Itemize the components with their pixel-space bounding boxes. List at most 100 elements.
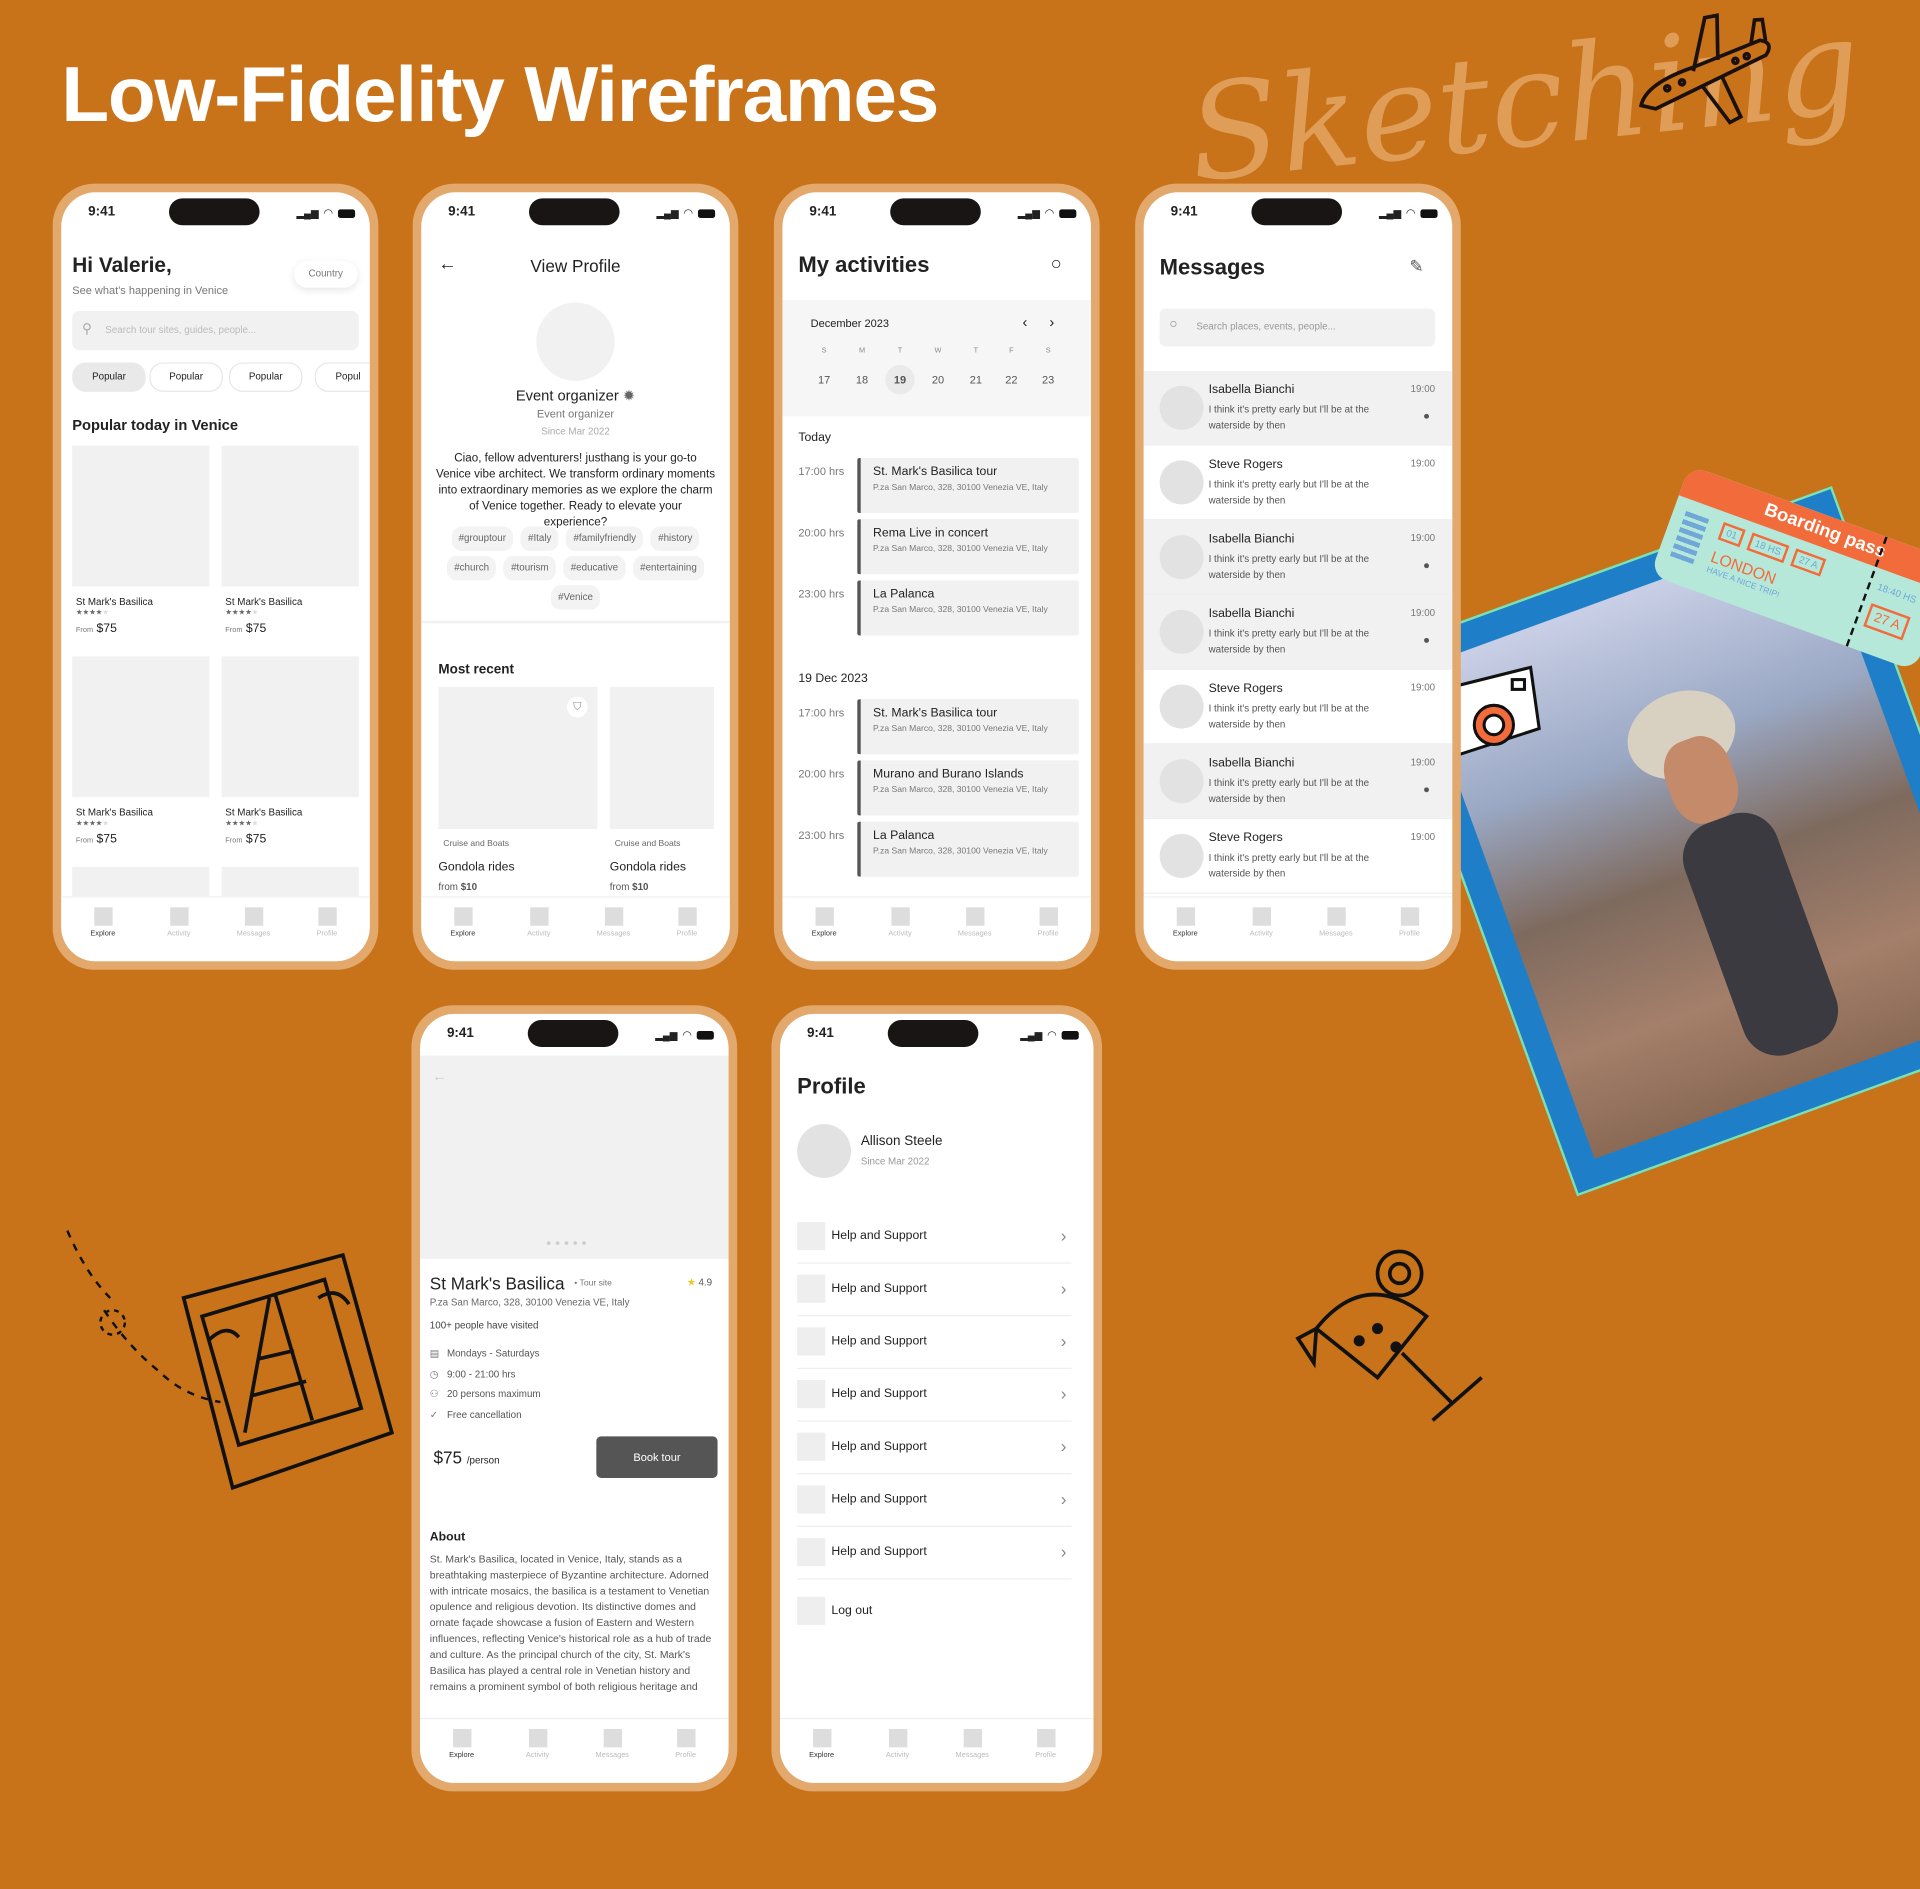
tab-explore[interactable]: Explore xyxy=(431,1728,492,1760)
logout-button[interactable]: Log out xyxy=(797,1586,1071,1637)
calendar-date[interactable]: 17 xyxy=(809,365,838,394)
menu-item-help-support[interactable]: Help and Support › xyxy=(797,1527,1072,1580)
status-time: 9:41 xyxy=(88,204,116,220)
battery-icon xyxy=(697,209,716,218)
page-title: Low-Fidelity Wireframes xyxy=(61,50,939,139)
search-input[interactable]: ⚲ Search tour sites, guides, people... xyxy=(72,311,359,351)
message-item[interactable]: Steve Rogers I think it's pretty early bu… xyxy=(1143,669,1453,745)
event-card[interactable]: Murano and Burano Islands P.za San Marco,… xyxy=(857,760,1079,816)
tag-chip[interactable]: #familyfriendly xyxy=(566,526,644,552)
menu-item-help-support[interactable]: Help and Support › xyxy=(797,1316,1072,1369)
calendar-date[interactable]: 22 xyxy=(997,365,1026,394)
carousel-dots[interactable]: ●●●●● xyxy=(546,1239,590,1248)
recent-card[interactable]: ⛉ Cruise and Boats Gondola rides from $1… xyxy=(438,686,598,901)
event-card[interactable]: St. Mark's Basilica tour P.za San Marco, … xyxy=(857,457,1079,514)
tab-activity[interactable]: Activity xyxy=(508,907,569,938)
tab-activity[interactable]: Activity xyxy=(867,1728,928,1760)
status-icons: ▂▄▆ ◠ xyxy=(1020,1029,1079,1042)
tag-chip[interactable]: #tourism xyxy=(503,555,557,581)
event-card[interactable]: St. Mark's Basilica tour P.za San Marco, … xyxy=(857,699,1079,755)
message-item[interactable]: Isabella Bianchi I think it's pretty earl… xyxy=(1143,595,1453,670)
next-month-icon[interactable]: › xyxy=(1049,313,1054,330)
status-icons: ▂▄▆ ◠ xyxy=(1379,207,1438,220)
tag-chip[interactable]: #history xyxy=(650,526,700,552)
search-input[interactable]: ○ Search places, events, people... xyxy=(1159,308,1436,347)
tab-activity[interactable]: Activity xyxy=(869,907,930,938)
country-selector[interactable]: Country xyxy=(294,261,358,288)
chip-popular[interactable]: Popular xyxy=(228,362,303,392)
tour-card[interactable]: St Mark's Basilica ★★★★★ From $75 xyxy=(72,656,210,864)
message-item[interactable]: Steve Rogers I think it's pretty early bu… xyxy=(1143,819,1453,894)
menu-item-help-support[interactable]: Help and Support › xyxy=(797,1211,1072,1264)
tab-activity[interactable]: Activity xyxy=(148,907,209,938)
message-item[interactable]: Isabella Bianchi I think it's pretty earl… xyxy=(1143,744,1453,820)
tab-messages[interactable]: Messages xyxy=(223,907,284,938)
recent-card[interactable]: Cruise and Boats Gondola rides from $10 xyxy=(609,686,714,901)
tag-chip[interactable]: #grouptour xyxy=(451,526,514,552)
tour-detail-screen: ← ●●●●● 9:41 ▂▄▆ ◠ St Mark's Basilica • T… xyxy=(420,1013,729,1783)
chip-popular[interactable]: Popular xyxy=(72,362,146,392)
message-item[interactable]: Steve Rogers I think it's pretty early bu… xyxy=(1143,445,1453,521)
tag-chip[interactable]: #educative xyxy=(563,555,626,581)
card-image xyxy=(221,656,359,798)
calendar-date[interactable]: 20 xyxy=(923,365,952,394)
tab-explore[interactable]: Explore xyxy=(72,907,133,938)
dynamic-island xyxy=(890,198,981,226)
profile-tab-icon xyxy=(1400,907,1419,926)
tour-card[interactable]: St Mark's Basilica ★★★★★ From $75 xyxy=(221,445,359,654)
eiffel-polaroid-doodle-icon xyxy=(66,1230,395,1491)
prev-month-icon[interactable]: ‹ xyxy=(1022,313,1027,330)
tag-chip[interactable]: #church xyxy=(446,555,497,581)
compose-icon[interactable]: ✎ xyxy=(1409,256,1423,277)
tab-profile[interactable]: Profile xyxy=(1379,907,1440,938)
menu-item-icon xyxy=(797,1274,826,1303)
tab-profile[interactable]: Profile xyxy=(1015,1728,1076,1760)
search-icon[interactable]: ○ xyxy=(1051,253,1062,274)
calendar-date[interactable]: 19 xyxy=(885,364,915,395)
calendar: December 2023 ‹ › S M T W T F S 17 18 19 20 21 22 23 xyxy=(782,300,1092,417)
activities-screen: 9:41 ▂▄▆ ◠ My activities ○ December 2023 … xyxy=(782,192,1092,962)
tab-profile[interactable]: Profile xyxy=(296,907,357,938)
tag-chip[interactable]: #entertaining xyxy=(632,555,705,581)
back-arrow-icon[interactable]: ← xyxy=(432,1068,447,1085)
calendar-date[interactable]: 21 xyxy=(961,365,990,394)
tag-chip[interactable]: #Italy xyxy=(520,526,559,552)
tab-profile[interactable]: Profile xyxy=(656,907,717,938)
tab-messages[interactable]: Messages xyxy=(944,907,1005,938)
battery-icon xyxy=(1059,209,1077,218)
tab-messages[interactable]: Messages xyxy=(942,1728,1003,1760)
bookmark-icon[interactable]: ⛉ xyxy=(566,696,588,718)
tour-card[interactable]: St Mark's Basilica ★★★★★ From $75 xyxy=(221,656,359,864)
tab-explore[interactable]: Explore xyxy=(432,907,493,938)
status-icons: ▂▄▆ ◠ xyxy=(655,1029,714,1042)
tab-explore[interactable]: Explore xyxy=(793,907,854,938)
tour-card[interactable]: St Mark's Basilica ★★★★★ From $75 xyxy=(72,445,210,654)
message-item[interactable]: Isabella Bianchi I think it's pretty earl… xyxy=(1143,371,1453,446)
message-item[interactable]: Isabella Bianchi I think it's pretty earl… xyxy=(1143,520,1453,596)
event-card[interactable]: La Palanca P.za San Marco, 328, 30100 Ven… xyxy=(857,821,1079,877)
tab-activity[interactable]: Activity xyxy=(507,1728,568,1760)
menu-item-help-support[interactable]: Help and Support › xyxy=(797,1422,1072,1475)
card-category: Cruise and Boats xyxy=(443,840,510,849)
tab-explore[interactable]: Explore xyxy=(791,1728,852,1760)
menu-item-help-support[interactable]: Help and Support › xyxy=(797,1264,1072,1317)
tab-messages[interactable]: Messages xyxy=(582,1728,643,1760)
tag-chip[interactable]: #Venice xyxy=(550,585,601,610)
event-card[interactable]: Rema Live in concert P.za San Marco, 328,… xyxy=(857,519,1079,575)
menu-item-icon xyxy=(797,1380,826,1409)
calendar-date[interactable]: 23 xyxy=(1033,365,1062,394)
menu-item-help-support[interactable]: Help and Support › xyxy=(797,1474,1072,1527)
tab-explore[interactable]: Explore xyxy=(1155,907,1216,938)
chip-popular[interactable]: Popul xyxy=(314,362,370,392)
menu-item-help-support[interactable]: Help and Support › xyxy=(797,1369,1072,1422)
calendar-date[interactable]: 18 xyxy=(847,365,876,394)
event-card[interactable]: La Palanca P.za San Marco, 328, 30100 Ven… xyxy=(857,580,1079,636)
tab-messages[interactable]: Messages xyxy=(1305,907,1366,938)
tab-messages[interactable]: Messages xyxy=(583,907,644,938)
tab-profile[interactable]: Profile xyxy=(1018,907,1079,938)
book-tour-button[interactable]: Book tour xyxy=(596,1436,718,1478)
tab-profile[interactable]: Profile xyxy=(655,1728,716,1760)
tab-activity[interactable]: Activity xyxy=(1231,907,1292,938)
avatar xyxy=(797,1124,852,1178)
chip-popular[interactable]: Popular xyxy=(149,362,223,392)
